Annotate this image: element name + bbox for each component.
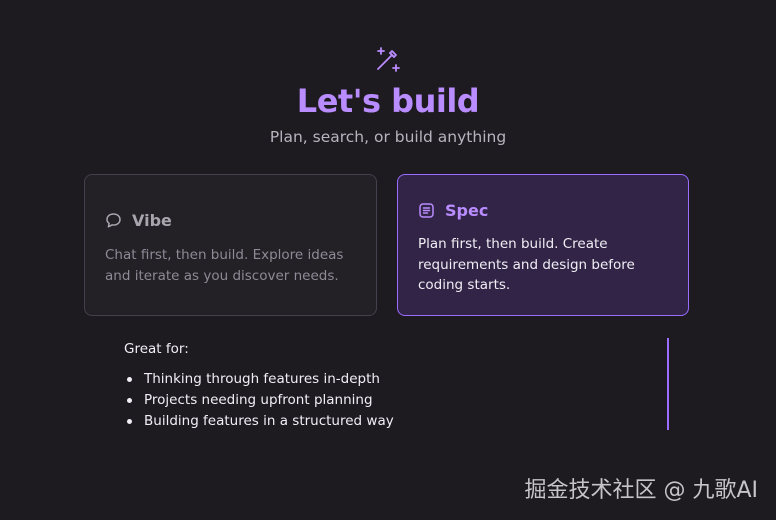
mode-card-description: Plan first, then build. Create requireme… <box>418 236 635 293</box>
watermark: 掘金技术社区 @ 九歌AI <box>524 478 758 503</box>
mode-card-vibe[interactable]: Vibe Chat first, then build. Explore ide… <box>84 174 377 316</box>
details-heading: Great for: <box>124 341 189 357</box>
mode-card-description: Chat first, then build. Explore ideas an… <box>105 247 344 284</box>
mode-card-spec[interactable]: Spec Plan first, then build. Create requ… <box>397 174 689 316</box>
chat-bubble-icon <box>105 212 122 229</box>
accent-divider <box>667 338 669 430</box>
mode-card-title: Vibe <box>132 211 172 230</box>
page-title: Let's build <box>296 82 480 120</box>
document-list-icon <box>418 202 435 219</box>
magic-wand-icon <box>372 45 402 75</box>
list-item: Projects needing upfront planning <box>124 390 394 411</box>
welcome-panel: Let's build Plan, search, or build anyth… <box>0 0 776 520</box>
details-list: Thinking through features in-depth Proje… <box>124 369 394 432</box>
mode-card-header: Spec <box>418 201 488 220</box>
list-item: Building features in a structured way <box>124 411 394 432</box>
list-item: Thinking through features in-depth <box>124 369 394 390</box>
page-subtitle: Plan, search, or build anything <box>269 128 507 146</box>
mode-card-title: Spec <box>445 201 489 220</box>
mode-card-header: Vibe <box>105 211 172 230</box>
